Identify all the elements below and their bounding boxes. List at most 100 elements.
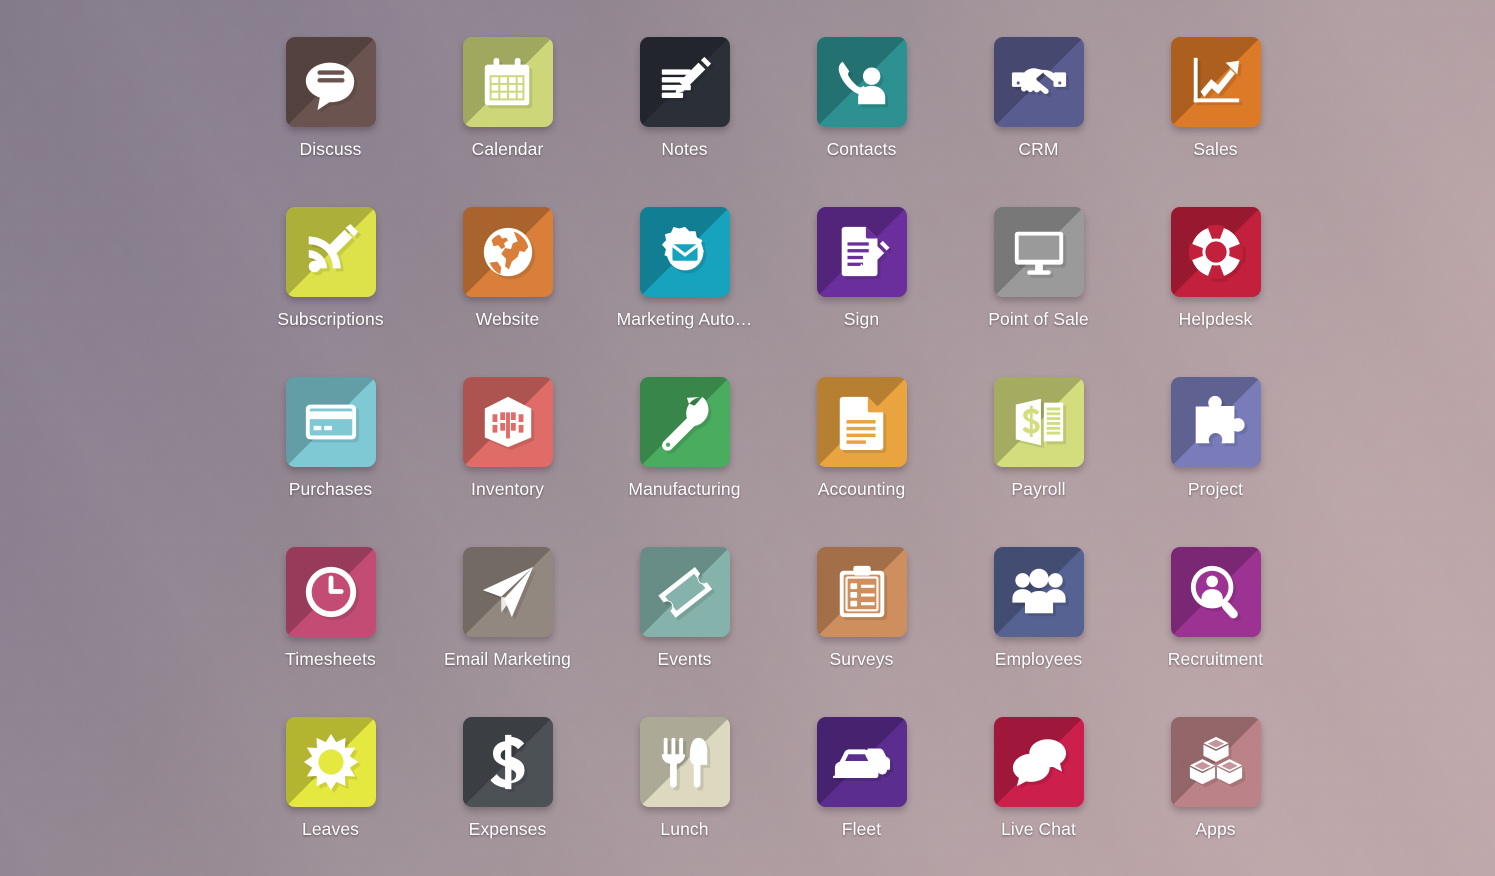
calendar-icon: [484, 57, 529, 106]
credit-card-icon-tile[interactable]: [285, 377, 376, 467]
chat-bubbles-icon-tile[interactable]: [993, 717, 1084, 807]
fork-knife-icon: [661, 737, 707, 788]
monitor-icon: [1014, 231, 1063, 275]
apps-grid: Discuss Calendar Notes Contacts CRM Sale…: [0, 0, 1495, 876]
app-label: Inventory: [471, 479, 544, 499]
app-tile-fleet[interactable]: Fleet: [773, 717, 950, 876]
paper-plane-icon-tile[interactable]: [462, 547, 553, 637]
monitor-icon-tile[interactable]: [993, 207, 1084, 297]
puzzle-piece-icon: [1195, 395, 1245, 444]
wrench-icon: [661, 396, 708, 451]
app-tile-leaves[interactable]: Leaves: [242, 717, 419, 876]
app-tile-payroll[interactable]: Payroll: [950, 377, 1127, 547]
app-tile-calendar[interactable]: Calendar: [419, 37, 596, 207]
app-tile-marketing-auto[interactable]: Marketing Auto…: [596, 207, 773, 377]
app-tile-subscriptions[interactable]: Subscriptions: [242, 207, 419, 377]
speech-bubble-icon-tile[interactable]: [285, 37, 376, 127]
puzzle-piece-icon-tile[interactable]: [1170, 377, 1261, 467]
app-label: Email Marketing: [444, 649, 571, 669]
app-label: Employees: [994, 649, 1083, 669]
app-label: Accounting: [817, 479, 906, 499]
clipboard-list-icon-tile[interactable]: [816, 547, 907, 637]
app-tile-sign[interactable]: Sign: [773, 207, 950, 377]
app-label: Timesheets: [285, 649, 376, 669]
handshake-icon: [1011, 68, 1066, 94]
trend-chart-icon: [1193, 57, 1239, 103]
app-label: Purchases: [288, 479, 373, 499]
app-tile-surveys[interactable]: Surveys: [773, 547, 950, 717]
dollar-sign-icon-tile[interactable]: [462, 717, 553, 807]
app-tile-project[interactable]: Project: [1127, 377, 1304, 547]
app-label: Sign: [843, 309, 880, 329]
app-label: Notes: [661, 139, 708, 159]
app-label: Expenses: [468, 819, 547, 839]
warehouse-icon: [484, 396, 531, 448]
notes-pencil-icon-tile[interactable]: [639, 37, 730, 127]
app-label: Surveys: [829, 649, 894, 669]
app-tile-contacts[interactable]: Contacts: [773, 37, 950, 207]
document-sign-icon-tile[interactable]: [816, 207, 907, 297]
clock-icon-tile[interactable]: [285, 547, 376, 637]
person-search-icon-tile[interactable]: [1170, 547, 1261, 637]
app-label: Discuss: [299, 139, 362, 159]
app-tile-expenses[interactable]: Expenses: [419, 717, 596, 876]
app-tile-employees[interactable]: Employees: [950, 547, 1127, 717]
notes-pencil-icon: [661, 56, 711, 98]
app-tile-email-marketing[interactable]: Email Marketing: [419, 547, 596, 717]
app-tile-crm[interactable]: CRM: [950, 37, 1127, 207]
app-label: Live Chat: [1001, 819, 1076, 839]
sun-icon: [303, 733, 358, 791]
wrench-icon-tile[interactable]: [639, 377, 730, 467]
app-tile-manufacturing[interactable]: Manufacturing: [596, 377, 773, 547]
gear-envelope-icon-tile[interactable]: [639, 207, 730, 297]
rss-pencil-icon-tile[interactable]: [285, 207, 376, 297]
app-tile-live-chat[interactable]: Live Chat: [950, 717, 1127, 876]
app-label: Marketing Auto…: [616, 309, 753, 329]
invoice-doc-icon-tile[interactable]: [816, 377, 907, 467]
app-label: Point of Sale: [988, 309, 1089, 329]
globe-icon-tile[interactable]: [462, 207, 553, 297]
app-tile-notes[interactable]: Notes: [596, 37, 773, 207]
app-tile-lunch[interactable]: Lunch: [596, 717, 773, 876]
app-label: CRM: [1018, 139, 1059, 159]
paper-plane-icon: [482, 566, 533, 618]
app-tile-sales[interactable]: Sales: [1127, 37, 1304, 207]
phone-person-icon: [838, 61, 885, 105]
app-tile-helpdesk[interactable]: Helpdesk: [1127, 207, 1304, 377]
people-group-icon-tile[interactable]: [993, 547, 1084, 637]
people-group-icon: [1011, 568, 1066, 614]
gear-envelope-icon: [661, 226, 704, 271]
ticket-icon-tile[interactable]: [639, 547, 730, 637]
app-label: Events: [657, 649, 712, 669]
app-label: Lunch: [660, 819, 709, 839]
credit-card-icon: [305, 404, 356, 440]
app-tile-timesheets[interactable]: Timesheets: [242, 547, 419, 717]
app-tile-apps[interactable]: Apps: [1127, 717, 1304, 876]
cubes-icon-tile[interactable]: [1170, 717, 1261, 807]
sun-icon-tile[interactable]: [285, 717, 376, 807]
fork-knife-icon-tile[interactable]: [639, 717, 730, 807]
app-tile-accounting[interactable]: Accounting: [773, 377, 950, 547]
app-tile-inventory[interactable]: Inventory: [419, 377, 596, 547]
app-tile-events[interactable]: Events: [596, 547, 773, 717]
handshake-icon-tile[interactable]: [993, 37, 1084, 127]
calendar-icon-tile[interactable]: [462, 37, 553, 127]
app-tile-website[interactable]: Website: [419, 207, 596, 377]
app-tile-recruitment[interactable]: Recruitment: [1127, 547, 1304, 717]
app-label: Helpdesk: [1178, 309, 1253, 329]
trend-chart-icon-tile[interactable]: [1170, 37, 1261, 127]
chat-bubbles-icon: [1012, 739, 1066, 787]
paycheck-icon: [1015, 398, 1063, 446]
phone-person-icon-tile[interactable]: [816, 37, 907, 127]
paycheck-icon-tile[interactable]: [993, 377, 1084, 467]
cars-icon-tile[interactable]: [816, 717, 907, 807]
clock-icon: [305, 566, 356, 618]
app-label: Website: [475, 309, 540, 329]
app-tile-point-of-sale[interactable]: Point of Sale: [950, 207, 1127, 377]
life-ring-icon-tile[interactable]: [1170, 207, 1261, 297]
app-tile-purchases[interactable]: Purchases: [242, 377, 419, 547]
warehouse-icon-tile[interactable]: [462, 377, 553, 467]
app-label: Manufacturing: [628, 479, 741, 499]
app-tile-discuss[interactable]: Discuss: [242, 37, 419, 207]
app-label: Fleet: [841, 819, 882, 839]
